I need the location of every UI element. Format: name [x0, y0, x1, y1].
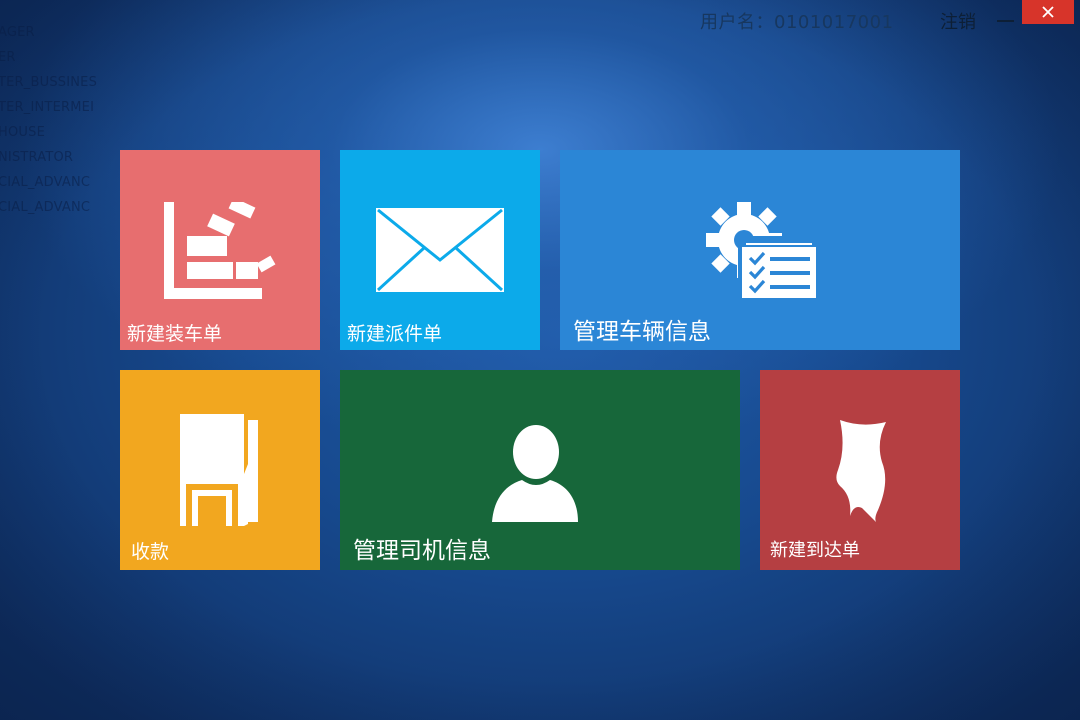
minimize-button[interactable]	[990, 4, 1020, 30]
gear-checklist-icon	[706, 202, 820, 300]
background-text-line: TER_INTERMEI	[0, 100, 95, 115]
background-text-line: CIAL_ADVANC	[0, 175, 91, 190]
background-text-line: AGER	[0, 25, 35, 40]
envelope-icon	[376, 208, 504, 292]
minimize-icon	[997, 20, 1014, 22]
background-window-text: AGER ER TER_BUSSINES TER_INTERMEI HOUSE …	[0, 20, 102, 220]
user-icon	[492, 425, 578, 522]
username-label: 用户名：0101017001	[700, 12, 894, 33]
close-icon	[1042, 6, 1054, 18]
tile-manage-driver-info[interactable]: 管理司机信息	[340, 370, 740, 570]
tile-label: 新建装车单	[127, 323, 223, 345]
background-text-line: HOUSE	[0, 125, 45, 140]
ribbon-banner-icon	[836, 420, 886, 522]
background-text-line: ER	[0, 50, 16, 65]
tile-label: 管理司机信息	[353, 538, 491, 564]
close-button[interactable]	[1022, 0, 1074, 24]
background-text-line: TER_BUSSINES	[0, 75, 98, 90]
tile-new-loading-order[interactable]: 新建装车单	[120, 150, 320, 350]
background-text-line: CIAL_ADVANC	[0, 200, 91, 215]
warehouse-door-icon	[180, 414, 258, 526]
tile-label: 收款	[131, 541, 170, 563]
logout-button[interactable]: 注销	[940, 8, 976, 34]
tile-label: 新建派件单	[347, 323, 443, 345]
tile-label: 新建到达单	[770, 540, 860, 561]
tile-new-arrival-order[interactable]: 新建到达单	[760, 370, 960, 570]
background-text-line: NISTRATOR	[0, 150, 74, 165]
loading-bricks-icon	[164, 202, 276, 299]
tile-new-dispatch-order[interactable]: 新建派件单	[340, 150, 540, 350]
tile-manage-vehicle-info[interactable]: 管理车辆信息	[560, 150, 960, 350]
tile-label: 管理车辆信息	[573, 319, 711, 345]
tile-payment[interactable]: 收款	[120, 370, 320, 570]
background-vignette	[0, 0, 1080, 720]
